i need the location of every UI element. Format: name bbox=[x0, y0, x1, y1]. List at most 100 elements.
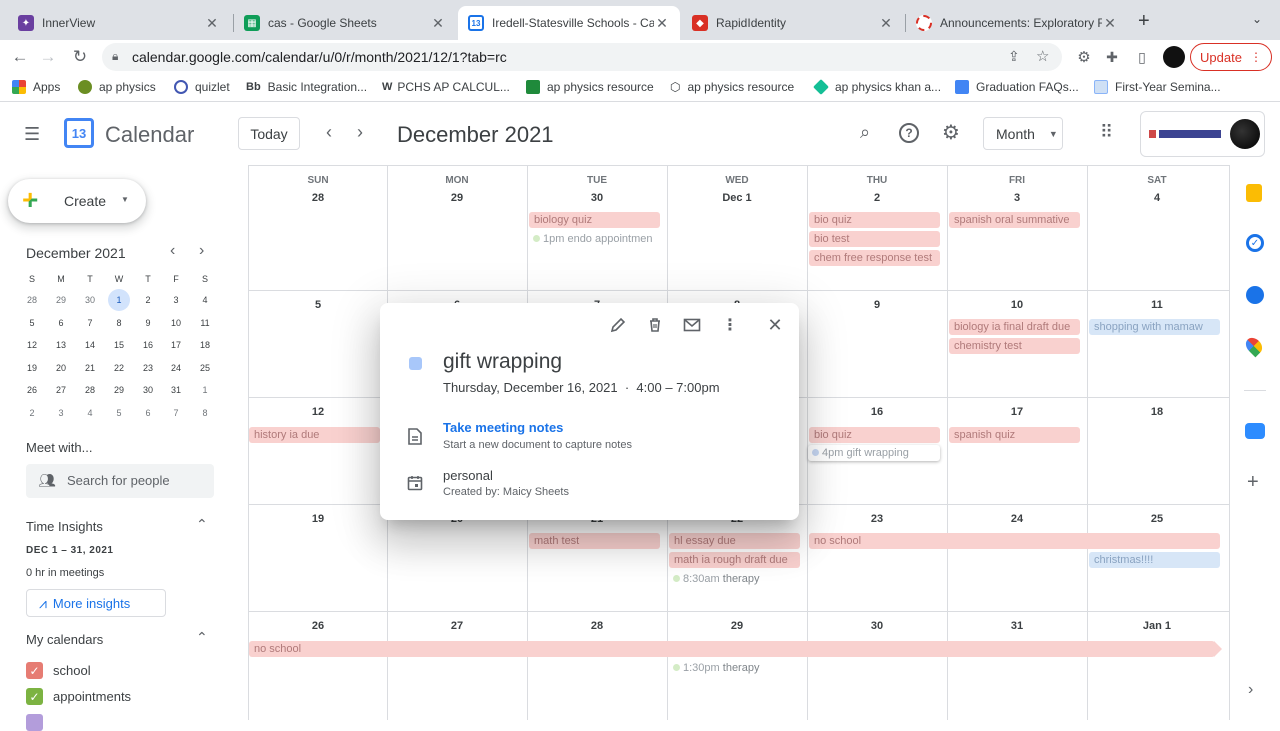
tab-search-chevron-icon[interactable]: ⌄ bbox=[1252, 12, 1262, 26]
event-chip-multiday[interactable]: no school bbox=[249, 641, 1215, 657]
delete-trash-icon[interactable] bbox=[643, 313, 667, 337]
forward-arrow-icon[interactable]: → bbox=[36, 45, 60, 69]
bookmark-apps[interactable]: Apps bbox=[12, 80, 60, 94]
mini-prev-chevron-icon[interactable]: ‹ bbox=[170, 242, 175, 260]
tab-google-sheets[interactable]: ▦ cas - Google Sheets ✕ bbox=[234, 6, 456, 40]
event-chip[interactable]: shopping with mamaw bbox=[1089, 319, 1220, 335]
day-number[interactable]: 18 bbox=[1087, 406, 1227, 418]
event-chip-multiday[interactable]: no school bbox=[809, 533, 1220, 549]
event-chip[interactable]: chemistry test bbox=[949, 338, 1080, 354]
event-chip[interactable]: 8:30am therapy bbox=[669, 571, 800, 587]
edit-pencil-icon[interactable] bbox=[606, 313, 630, 337]
view-switcher-dropdown[interactable]: Month ▼ bbox=[983, 117, 1063, 150]
mini-day[interactable]: 17 bbox=[164, 334, 188, 356]
mini-day[interactable]: 18 bbox=[193, 334, 217, 356]
expand-chevron-icon[interactable]: › bbox=[1248, 681, 1253, 699]
mini-day[interactable]: 26 bbox=[20, 379, 44, 401]
mini-day[interactable]: 2 bbox=[20, 402, 44, 424]
take-meeting-notes-link[interactable]: Take meeting notes bbox=[443, 420, 563, 435]
close-icon[interactable]: ✕ bbox=[1102, 15, 1118, 32]
extension-gear-icon[interactable]: ⚙ bbox=[1072, 45, 1096, 69]
mini-day[interactable]: 21 bbox=[78, 357, 102, 379]
event-chip[interactable]: bio quiz bbox=[809, 427, 940, 443]
account-switcher[interactable] bbox=[1140, 111, 1265, 157]
mini-day[interactable]: 30 bbox=[78, 289, 102, 311]
day-number[interactable]: Jan 1 bbox=[1087, 620, 1227, 632]
mini-day[interactable]: 7 bbox=[78, 312, 102, 334]
mini-day[interactable]: 9 bbox=[136, 312, 160, 334]
close-icon[interactable]: ✕ bbox=[763, 313, 787, 337]
maps-icon[interactable] bbox=[1242, 334, 1266, 358]
calendar-checkbox-appointments[interactable]: ✓ bbox=[26, 688, 43, 705]
day-number[interactable]: 16 bbox=[807, 406, 947, 418]
bookmark-first-year-seminar[interactable]: First-Year Semina... bbox=[1094, 80, 1221, 94]
tab-calendar-active[interactable]: 13 Iredell-Statesville Schools - Ca ✕ bbox=[458, 6, 680, 40]
today-button[interactable]: Today bbox=[238, 117, 300, 150]
mini-day[interactable]: 4 bbox=[193, 289, 217, 311]
mini-day[interactable]: 3 bbox=[164, 289, 188, 311]
day-number[interactable]: 5 bbox=[248, 299, 388, 311]
event-chip[interactable]: history ia due bbox=[249, 427, 380, 443]
side-panel-icon[interactable]: ▯ bbox=[1130, 45, 1154, 69]
bookmark-graduation-faqs[interactable]: Graduation FAQs... bbox=[955, 80, 1079, 94]
day-number[interactable]: 9 bbox=[807, 299, 947, 311]
day-number[interactable]: 31 bbox=[947, 620, 1087, 632]
event-chip-selected[interactable]: 4pm gift wrapping bbox=[808, 445, 940, 461]
day-number[interactable]: 28 bbox=[248, 192, 388, 204]
tab-rapididentity[interactable]: ◆ RapidIdentity ✕ bbox=[682, 6, 904, 40]
mini-day[interactable]: 31 bbox=[164, 379, 188, 401]
calendar-checkbox-school[interactable]: ✓ bbox=[26, 662, 43, 679]
search-people-input[interactable]: 👥︎ Search for people bbox=[26, 464, 214, 498]
day-number[interactable]: 19 bbox=[248, 513, 388, 525]
mini-day[interactable]: 15 bbox=[107, 334, 131, 356]
day-number[interactable]: 29 bbox=[667, 620, 807, 632]
extensions-puzzle-icon[interactable]: ✚ bbox=[1100, 45, 1124, 69]
mini-day[interactable]: 14 bbox=[78, 334, 102, 356]
mini-day[interactable]: 22 bbox=[107, 357, 131, 379]
mini-day[interactable]: 30 bbox=[136, 379, 160, 401]
day-number[interactable]: Dec 1 bbox=[667, 192, 807, 204]
mini-day[interactable]: 1 bbox=[108, 289, 130, 311]
collapse-chevron-up-icon[interactable]: ⌃ bbox=[196, 516, 208, 533]
mini-day[interactable]: 28 bbox=[20, 289, 44, 311]
event-chip[interactable]: spanish quiz bbox=[949, 427, 1080, 443]
close-icon[interactable]: ✕ bbox=[654, 15, 670, 32]
mini-day[interactable]: 11 bbox=[193, 312, 217, 334]
mini-next-chevron-icon[interactable]: › bbox=[199, 242, 204, 260]
main-menu-icon[interactable]: ☰ bbox=[24, 124, 40, 145]
event-chip[interactable]: bio quiz bbox=[809, 212, 940, 228]
settings-gear-icon[interactable]: ⚙ bbox=[942, 120, 960, 145]
previous-period-chevron-icon[interactable]: ‹ bbox=[326, 122, 332, 143]
collapse-chevron-up-icon[interactable]: ⌃ bbox=[196, 629, 208, 646]
mini-day[interactable]: 2 bbox=[136, 289, 160, 311]
day-number[interactable]: 4 bbox=[1087, 192, 1227, 204]
next-period-chevron-icon[interactable]: › bbox=[357, 122, 363, 143]
day-number[interactable]: 30 bbox=[527, 192, 667, 204]
bookmark-ap-physics[interactable]: ap physics bbox=[78, 80, 156, 94]
day-number[interactable]: 29 bbox=[387, 192, 527, 204]
create-button[interactable]: + Create ▼ bbox=[8, 179, 146, 223]
day-number[interactable]: 11 bbox=[1087, 299, 1227, 311]
address-bar[interactable]: 🔒︎ calendar.google.com/calendar/u/0/r/mo… bbox=[102, 43, 1062, 71]
mini-day[interactable]: 13 bbox=[49, 334, 73, 356]
event-chip[interactable]: hl essay due bbox=[669, 533, 800, 549]
mini-day[interactable]: 23 bbox=[136, 357, 160, 379]
new-tab-plus-icon[interactable]: + bbox=[1138, 10, 1150, 33]
day-number[interactable]: 27 bbox=[387, 620, 527, 632]
day-number[interactable]: 10 bbox=[947, 299, 1087, 311]
mini-day[interactable]: 16 bbox=[136, 334, 160, 356]
event-chip[interactable]: bio test bbox=[809, 231, 940, 247]
day-number[interactable]: 24 bbox=[947, 513, 1087, 525]
event-chip[interactable]: chem free response test bbox=[809, 250, 940, 266]
search-icon[interactable]: ⌕ bbox=[860, 122, 870, 143]
day-number[interactable]: 30 bbox=[807, 620, 947, 632]
email-guests-icon[interactable] bbox=[680, 313, 704, 337]
mini-day[interactable]: 24 bbox=[164, 357, 188, 379]
mini-day[interactable]: 6 bbox=[136, 402, 160, 424]
day-number[interactable]: 2 bbox=[807, 192, 947, 204]
mini-day[interactable]: 29 bbox=[107, 379, 131, 401]
mini-day[interactable]: 6 bbox=[49, 312, 73, 334]
bookmark-quizlet[interactable]: quizlet bbox=[174, 80, 230, 94]
event-chip[interactable]: biology ia final draft due bbox=[949, 319, 1080, 335]
day-number[interactable]: 28 bbox=[527, 620, 667, 632]
